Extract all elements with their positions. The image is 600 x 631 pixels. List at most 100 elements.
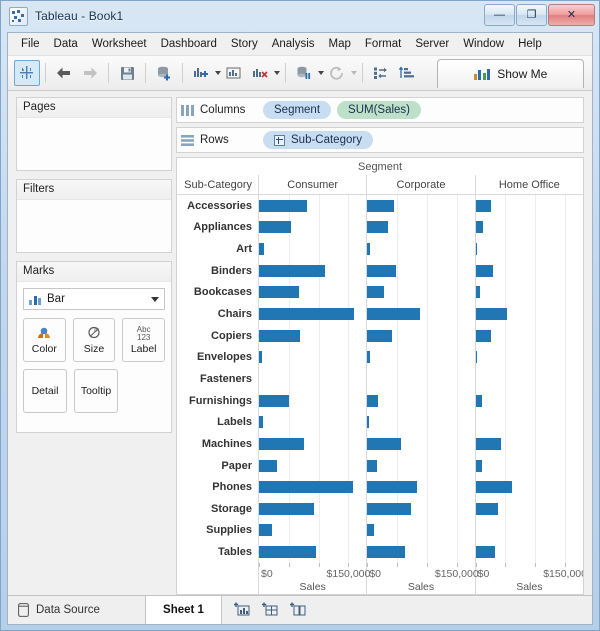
bar-mark[interactable] [259, 459, 278, 472]
bar-row[interactable] [259, 325, 366, 347]
bar-mark[interactable] [367, 221, 388, 234]
bar-mark[interactable] [259, 351, 263, 364]
bar-mark[interactable] [259, 221, 291, 234]
menu-item-window[interactable]: Window [456, 36, 511, 52]
save-button[interactable] [114, 60, 140, 86]
menu-item-help[interactable]: Help [511, 36, 549, 52]
bar-mark[interactable] [475, 199, 491, 212]
bar-row[interactable] [475, 282, 583, 304]
bar-row[interactable] [367, 433, 474, 455]
row-header-appliances[interactable]: Appliances [177, 217, 258, 239]
row-header-phones[interactable]: Phones [177, 476, 258, 498]
marks-size-button[interactable]: Size [72, 318, 116, 362]
new-story-tab-button[interactable] [290, 601, 308, 619]
bar-row[interactable] [475, 260, 583, 282]
bar-mark[interactable] [259, 329, 300, 342]
bar-row[interactable] [367, 346, 474, 368]
pill-sum-sales[interactable]: SUM(Sales) [337, 101, 422, 119]
pill-sub-category[interactable]: Sub-Category [263, 131, 373, 149]
bar-row[interactable] [475, 195, 583, 217]
bar-row[interactable] [367, 238, 474, 260]
bar-mark[interactable] [259, 286, 299, 299]
bar-mark[interactable] [259, 199, 308, 212]
bar-row[interactable] [259, 390, 366, 412]
row-header-envelopes[interactable]: Envelopes [177, 346, 258, 368]
bar-mark[interactable] [367, 546, 405, 559]
filters-drop-zone[interactable] [17, 200, 171, 252]
bar-mark[interactable] [259, 546, 317, 559]
pill-segment[interactable]: Segment [263, 101, 332, 119]
bar-mark[interactable] [475, 308, 508, 321]
refresh-button[interactable] [324, 60, 350, 86]
x-axis-corporate[interactable]: $0 $150,000 Sales [367, 563, 479, 594]
sort-ascending-button[interactable] [394, 60, 420, 86]
bar-row[interactable] [475, 498, 583, 520]
refresh-dropdown-caret[interactable] [351, 71, 357, 75]
bar-row[interactable] [476, 520, 583, 542]
bar-row[interactable] [259, 346, 366, 368]
row-header-tables[interactable]: Tables [177, 541, 258, 563]
bar-row[interactable] [259, 455, 366, 477]
bar-row[interactable] [367, 368, 474, 390]
row-header-fasteners[interactable]: Fasteners [177, 368, 258, 390]
bar-mark[interactable] [475, 351, 478, 364]
bar-row[interactable] [367, 520, 474, 542]
row-header-bookcases[interactable]: Bookcases [177, 282, 258, 304]
x-axis-consumer[interactable]: $0 $150,000 Sales [259, 563, 370, 594]
bar-mark[interactable] [259, 264, 325, 277]
bar-row[interactable] [259, 541, 366, 563]
show-me-button[interactable]: Show Me [437, 59, 584, 88]
menu-item-server[interactable]: Server [408, 36, 456, 52]
bar-row[interactable] [475, 325, 583, 347]
pages-drop-zone[interactable] [17, 118, 171, 170]
new-worksheet-button[interactable] [188, 60, 214, 86]
bar-mark[interactable] [259, 394, 289, 407]
chart-canvas[interactable]: Segment Sub-Category Consumer Corporate Ho… [176, 157, 584, 595]
panel-header-consumer[interactable]: Consumer [259, 175, 368, 194]
bar-row[interactable] [367, 411, 474, 433]
bar-mark[interactable] [475, 437, 501, 450]
minimize-button[interactable]: — [484, 4, 515, 26]
expand-plus-icon[interactable] [274, 134, 285, 146]
data-source-tab[interactable]: Data Source [8, 596, 146, 624]
bar-mark[interactable] [475, 546, 496, 559]
bar-row[interactable] [367, 217, 474, 239]
bar-row[interactable] [475, 541, 583, 563]
bar-row[interactable] [476, 411, 583, 433]
bar-mark[interactable] [367, 308, 420, 321]
menu-item-story[interactable]: Story [224, 36, 265, 52]
close-button[interactable]: ✕ [548, 4, 595, 26]
marks-tooltip-button[interactable]: Tooltip [74, 369, 118, 413]
bar-row[interactable] [367, 325, 474, 347]
row-header-copiers[interactable]: Copiers [177, 325, 258, 347]
menu-item-file[interactable]: File [14, 36, 47, 52]
bar-mark[interactable] [259, 308, 355, 321]
axis-title[interactable]: Sales [476, 581, 583, 593]
bar-row[interactable] [367, 541, 474, 563]
bar-row[interactable] [367, 303, 474, 325]
bar-row[interactable] [476, 368, 583, 390]
panel-header-corporate[interactable]: Corporate [367, 175, 476, 194]
bar-row[interactable] [367, 282, 474, 304]
bar-mark[interactable] [475, 459, 483, 472]
bar-row[interactable] [259, 433, 366, 455]
bar-mark[interactable] [367, 524, 374, 537]
bar-mark[interactable] [259, 502, 315, 515]
panel-corporate[interactable] [367, 195, 476, 563]
bar-mark[interactable] [367, 199, 394, 212]
bar-row[interactable] [259, 238, 366, 260]
back-button[interactable] [51, 60, 77, 86]
bar-mark[interactable] [367, 394, 379, 407]
row-header-paper[interactable]: Paper [177, 455, 258, 477]
axis-title[interactable]: Sales [367, 581, 474, 593]
bar-mark[interactable] [367, 481, 417, 494]
bar-mark[interactable] [259, 481, 354, 494]
pause-auto-update-button[interactable] [291, 60, 317, 86]
marks-label-button[interactable]: Abc 123 Label [122, 318, 166, 362]
bar-row[interactable] [259, 520, 366, 542]
clear-sheet-button[interactable] [247, 60, 273, 86]
new-worksheet-tab-button[interactable] [234, 601, 252, 619]
bar-mark[interactable] [367, 459, 378, 472]
bar-row[interactable] [259, 411, 366, 433]
menu-item-map[interactable]: Map [322, 36, 358, 52]
